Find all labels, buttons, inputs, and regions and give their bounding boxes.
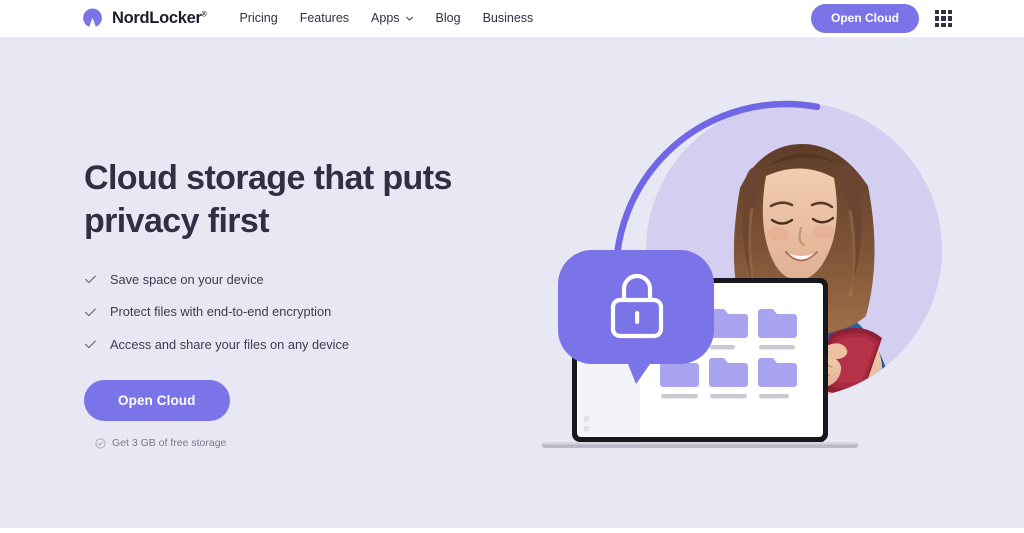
grid-dot [947, 16, 952, 21]
list-item-label: Protect files with end-to-end encryption [110, 304, 332, 320]
header-actions: Open Cloud [811, 4, 952, 33]
hero-section: Cloud storage that puts privacy first Sa… [0, 38, 1024, 528]
brand-logo[interactable]: NordLocker® [81, 7, 207, 30]
page-title: Cloud storage that puts privacy first [84, 159, 452, 240]
apps-grid-icon[interactable] [935, 9, 952, 27]
brand-trademark: ® [201, 11, 207, 19]
grid-dot [941, 9, 946, 15]
grid-dot [935, 9, 940, 15]
nav-label: Features [299, 11, 350, 26]
grid-dot [935, 16, 940, 21]
nordlocker-landing-page: NordLocker® Pricing Features Apps Blog B… [0, 0, 1024, 533]
hero-open-cloud-button[interactable]: Open Cloud [84, 380, 230, 422]
nav-item-features[interactable]: Features [300, 12, 349, 25]
page-bottom-strip [0, 528, 1024, 533]
list-item: Save space on your device [84, 272, 484, 287]
nav-label: Pricing [239, 11, 278, 26]
checkmark-icon [85, 340, 96, 349]
check-circle-icon [95, 438, 106, 449]
chevron-down-icon [405, 16, 413, 21]
nav-label: Blog [435, 11, 461, 26]
free-storage-label: Get 3 GB of free storage [112, 437, 227, 450]
hero-illustration-graphic [542, 100, 960, 448]
site-header: NordLocker® Pricing Features Apps Blog B… [0, 0, 1024, 38]
list-item-label: Save space on your device [110, 272, 264, 287]
nav-item-apps[interactable]: Apps [371, 12, 414, 25]
header-open-cloud-button[interactable]: Open Cloud [811, 4, 919, 33]
grid-dot [947, 9, 952, 15]
nav-item-blog[interactable]: Blog [436, 12, 461, 25]
nav-item-business[interactable]: Business [483, 12, 534, 25]
grid-dot [935, 22, 940, 27]
nordlocker-arch-logo-icon [83, 8, 102, 27]
list-item: Access and share your files on any devic… [84, 337, 484, 352]
nav-item-pricing[interactable]: Pricing [239, 12, 277, 25]
list-item: Protect files with end-to-end encryption [84, 304, 484, 319]
feature-list: Save space on your device Protect files … [84, 272, 484, 352]
main-navigation: Pricing Features Apps Blog Business [239, 12, 533, 25]
nav-label: Apps [371, 11, 400, 26]
grid-dot [941, 22, 946, 27]
checkmark-icon [85, 307, 96, 316]
hero-copy: Cloud storage that puts privacy first Sa… [84, 157, 484, 449]
nav-label: Business [482, 11, 534, 26]
checkmark-icon [85, 275, 96, 284]
grid-dot [941, 16, 946, 21]
free-storage-note: Get 3 GB of free storage [95, 438, 484, 449]
list-item-label: Access and share your files on any devic… [110, 336, 350, 352]
hero-illustration [500, 38, 1024, 528]
grid-dot [947, 22, 952, 27]
brand-name: NordLocker® [112, 9, 207, 27]
